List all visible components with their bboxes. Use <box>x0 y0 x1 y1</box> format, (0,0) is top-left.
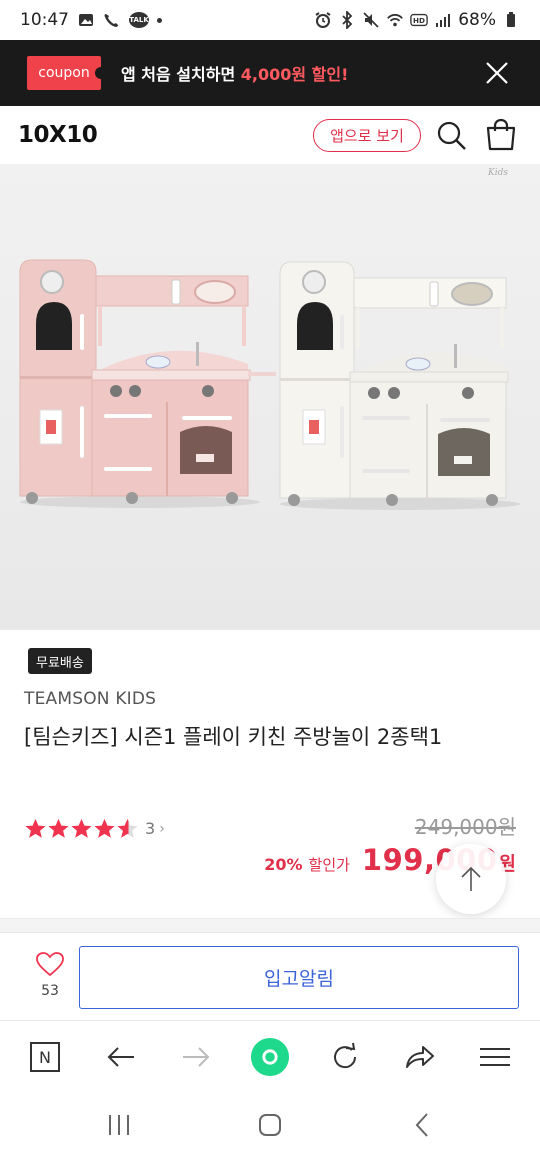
shopping-bag-icon[interactable] <box>484 118 518 152</box>
purchase-action-bar: 53 입고알림 <box>0 932 540 1020</box>
coupon-message-prefix: 앱 처음 설치하면 <box>121 65 241 84</box>
menu-button[interactable] <box>475 1037 515 1077</box>
battery-icon <box>502 11 520 29</box>
svg-text:N: N <box>39 1048 51 1067</box>
discount-label: 할인가 <box>308 856 350 874</box>
whale-icon <box>250 1037 290 1077</box>
play-kitchen-illustration <box>19 259 520 510</box>
heart-icon <box>36 952 64 977</box>
free-shipping-badge: 무료배송 <box>28 648 92 674</box>
gallery-icon <box>77 11 95 29</box>
white-kitchen <box>279 261 509 506</box>
refresh-icon <box>334 1042 357 1069</box>
system-navigation-bar <box>0 1092 540 1158</box>
naver-home-icon: N <box>30 1042 60 1072</box>
wifi-icon <box>386 11 404 29</box>
star-full-icon <box>71 818 92 838</box>
product-image[interactable]: Kids <box>0 164 540 630</box>
star-full-icon <box>48 818 69 838</box>
kakaotalk-icon: TALK <box>129 12 149 28</box>
refresh-button[interactable] <box>325 1037 365 1077</box>
arrow-up-icon <box>461 866 481 891</box>
arrow-right-icon <box>183 1047 210 1067</box>
signal-icon <box>434 11 452 29</box>
share-icon <box>406 1046 434 1068</box>
section-divider <box>0 918 540 932</box>
discount-percent: 20% <box>264 855 303 874</box>
back-button[interactable] <box>101 1037 141 1077</box>
battery-percent: 68% <box>458 10 496 30</box>
wishlist-button[interactable]: 53 <box>28 951 72 999</box>
browser-toolbar: N <box>0 1020 540 1092</box>
status-time: 10:47 <box>20 10 69 30</box>
pink-kitchen <box>19 259 276 504</box>
star-half-icon <box>117 818 138 838</box>
recent-apps-button[interactable] <box>99 1108 139 1142</box>
hamburger-menu-icon <box>480 1048 510 1066</box>
coupon-banner[interactable]: coupon 앱 처음 설치하면 4,000원 할인! <box>0 40 540 106</box>
search-icon[interactable] <box>436 120 468 152</box>
share-button[interactable] <box>400 1037 440 1077</box>
hd-icon: HD <box>410 11 428 29</box>
home-icon <box>259 1114 281 1136</box>
svg-text:HD: HD <box>413 16 425 25</box>
chevron-left-icon <box>415 1113 428 1137</box>
whale-button[interactable] <box>250 1037 290 1077</box>
status-bar: 10:47 TALK HD 68% <box>0 0 540 40</box>
bluetooth-icon <box>338 11 356 29</box>
mute-icon <box>362 11 380 29</box>
product-title: [팀슨키즈] 시즌1 플레이 키친 주방놀이 2종택1 <box>24 725 443 749</box>
restock-alert-button[interactable]: 입고알림 <box>79 946 519 1009</box>
review-count: 3 <box>145 819 156 838</box>
recent-apps-icon <box>109 1115 129 1135</box>
naver-home-button[interactable]: N <box>25 1037 65 1077</box>
arrow-left-icon <box>107 1047 134 1067</box>
scroll-to-top-button[interactable] <box>436 844 506 914</box>
chevron-right-icon: › <box>159 820 165 837</box>
forward-button[interactable] <box>176 1037 216 1077</box>
star-full-icon <box>25 818 46 838</box>
star-full-icon <box>94 818 115 838</box>
rating-summary[interactable]: 3 › <box>24 817 165 840</box>
original-price: 249,000원 <box>414 815 516 839</box>
brand-name[interactable]: TEAMSON KIDS <box>24 689 156 709</box>
wifi-call-icon <box>103 11 121 29</box>
notification-dot-icon <box>157 17 162 23</box>
open-in-app-button[interactable]: 앱으로 보기 <box>313 119 421 152</box>
home-button[interactable] <box>250 1108 290 1142</box>
alarm-icon <box>314 11 332 29</box>
wishlist-count: 53 <box>41 983 59 999</box>
site-logo[interactable]: 10X10 <box>18 122 98 148</box>
coupon-message: 앱 처음 설치하면 4,000원 할인! <box>121 61 348 85</box>
close-icon[interactable] <box>484 60 510 86</box>
coupon-discount-amount: 4,000원 할인! <box>240 65 349 84</box>
system-back-button[interactable] <box>402 1108 442 1142</box>
site-header: 10X10 앱으로 보기 <box>0 106 540 164</box>
coupon-tag: coupon <box>27 56 107 90</box>
